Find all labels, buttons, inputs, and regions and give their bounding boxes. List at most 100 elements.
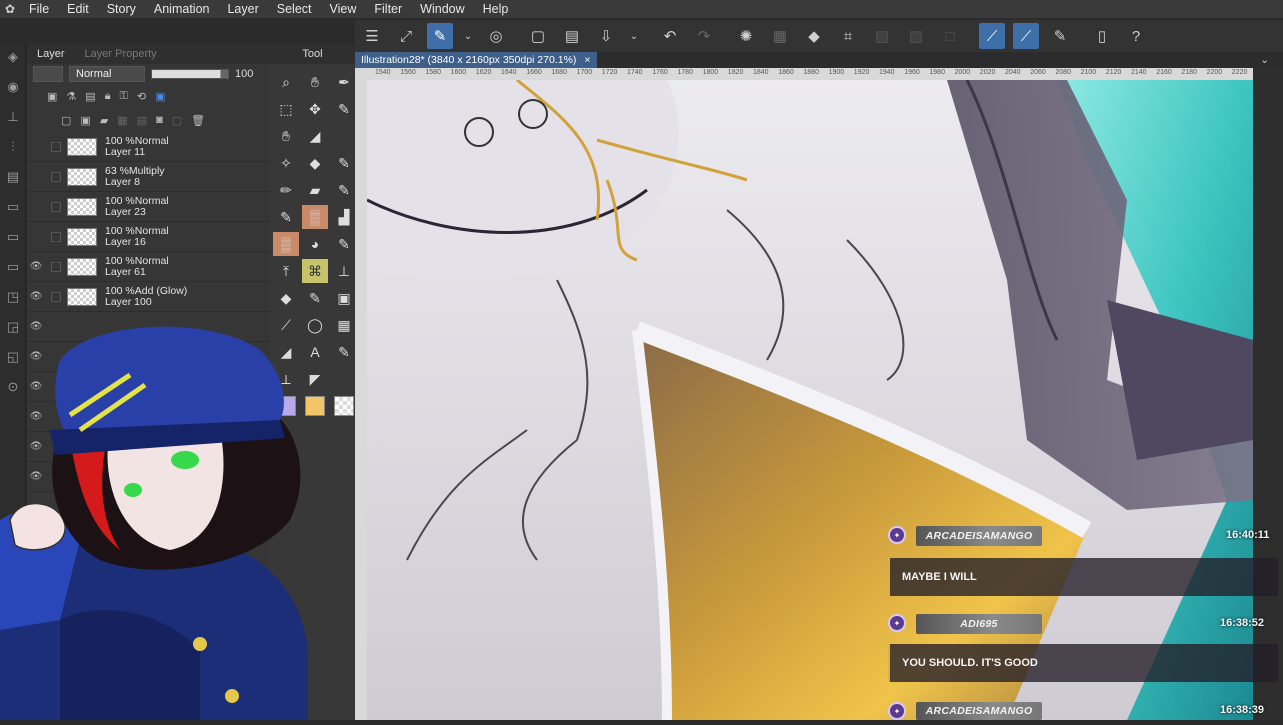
layer-lock-checkbox[interactable]	[51, 261, 61, 272]
redo-icon[interactable]: ↷	[691, 23, 717, 49]
transparent-color-swatch[interactable]	[331, 394, 357, 418]
opacity-slider[interactable]	[151, 69, 229, 79]
edit-icon[interactable]: ✎	[427, 23, 453, 49]
pen-icon[interactable]: ✎	[1047, 23, 1073, 49]
tab-tool[interactable]: Tool	[292, 48, 332, 60]
menu-hamburger-icon[interactable]: ☰	[359, 23, 385, 49]
panel-icon[interactable]: ▭	[0, 254, 26, 280]
pen-icon[interactable]: ✎	[331, 232, 357, 256]
zoom-icon[interactable]: ⌕	[273, 70, 299, 94]
fill-icon[interactable]: ◆	[801, 23, 827, 49]
pen-icon[interactable]: ✎	[331, 97, 357, 121]
adjust-icon[interactable]: ⫶	[0, 134, 26, 160]
reference-icon[interactable]: ⚗	[66, 90, 76, 103]
balloon-icon[interactable]: ✎	[331, 340, 357, 364]
layers-icon[interactable]: ◈	[0, 44, 26, 70]
menu-help[interactable]: Help	[474, 2, 518, 16]
app-logo-icon[interactable]: ✿	[0, 0, 20, 18]
menu-edit[interactable]: Edit	[58, 2, 98, 16]
visibility-eye-icon[interactable]: 👁︎	[27, 291, 45, 302]
panel-icon[interactable]: ▭	[0, 224, 26, 250]
tab-layer-property[interactable]: Layer Property	[75, 48, 167, 60]
chevron-down-icon[interactable]: ⌄	[627, 23, 641, 49]
draft-icon[interactable]: ▤	[85, 90, 95, 103]
layer-color-swatch[interactable]	[33, 66, 63, 82]
layer-lock-checkbox[interactable]	[51, 171, 61, 182]
device-icon[interactable]: ▯	[1089, 23, 1115, 49]
menu-window[interactable]: Window	[411, 2, 473, 16]
menu-file[interactable]: File	[20, 2, 58, 16]
layer-row[interactable]: 63 %Multiply Layer 8	[27, 162, 270, 192]
lasso-icon[interactable]: ✋︎	[273, 124, 299, 148]
layer-row[interactable]: 👁︎ 100 %Normal Layer 61	[27, 252, 270, 282]
canvas-tab[interactable]: Illustration28* (3840 x 2160px 350dpi 27…	[355, 52, 597, 68]
disabled-tool-icon[interactable]: ▨	[869, 23, 895, 49]
fit-canvas-icon[interactable]: ⤢	[393, 23, 419, 49]
layer-color-icon[interactable]: ▣	[155, 90, 165, 103]
layer-lock-checkbox[interactable]	[51, 201, 61, 212]
layer-row[interactable]: 100 %Normal Layer 11	[27, 132, 270, 162]
ruler-icon[interactable]: ⊥	[0, 104, 26, 130]
menu-animation[interactable]: Animation	[145, 2, 219, 16]
close-icon[interactable]: ×	[584, 54, 590, 66]
mask-create-icon[interactable]: ◙	[156, 114, 163, 126]
record-icon[interactable]: ◎	[483, 23, 509, 49]
lock-alpha-icon[interactable]: ⚿	[120, 90, 128, 103]
airbrush-icon[interactable]: ⤒	[273, 259, 299, 283]
pen-stroke-icon[interactable]: ⟋	[979, 23, 1005, 49]
brush-stroke-icon[interactable]: ⟋	[1013, 23, 1039, 49]
open-folder-icon[interactable]: ▤	[559, 23, 585, 49]
new-raster-icon[interactable]: ▢	[61, 114, 71, 127]
mask-icon[interactable]: ⟲	[137, 90, 146, 103]
new-file-icon[interactable]: ▢	[525, 23, 551, 49]
pen-icon[interactable]: ✎	[331, 151, 357, 175]
menu-filter[interactable]: Filter	[365, 2, 411, 16]
chevron-down-icon[interactable]: ⌄	[461, 23, 475, 49]
stamp-icon[interactable]: ⊥	[331, 259, 357, 283]
layer-row[interactable]: 100 %Normal Layer 23	[27, 192, 270, 222]
clear-icon[interactable]: ▦	[767, 23, 793, 49]
merge-icon[interactable]: ▤	[137, 114, 147, 127]
frame-border-icon[interactable]: ▦	[331, 313, 357, 337]
loading-icon[interactable]: ✺	[733, 23, 759, 49]
menu-select[interactable]: Select	[268, 2, 321, 16]
layer-lock-checkbox[interactable]	[51, 291, 61, 302]
folder-icon[interactable]: ▰	[100, 114, 108, 127]
gradient-icon[interactable]: ▣	[331, 286, 357, 310]
layer-lock-checkbox[interactable]	[51, 231, 61, 242]
visibility-eye-icon[interactable]: 👁︎	[27, 261, 45, 272]
layer-row[interactable]: 👁︎ 100 %Add (Glow) Layer 100	[27, 282, 270, 312]
move-icon[interactable]: ✥	[302, 97, 328, 121]
fill-icon[interactable]: ▰	[302, 178, 328, 202]
blend-mode-select[interactable]: Normal	[69, 66, 145, 82]
eyedropper-icon[interactable]: ✒	[331, 70, 357, 94]
transform-icon[interactable]: ⌗	[835, 23, 861, 49]
menu-view[interactable]: View	[321, 2, 366, 16]
layer-lock-checkbox[interactable]	[51, 141, 61, 152]
decoration-icon[interactable]: ▒	[273, 232, 299, 256]
navigator-icon[interactable]: ◉	[0, 74, 26, 100]
frame-icon[interactable]: ⌘	[302, 259, 328, 283]
menu-layer[interactable]: Layer	[218, 2, 267, 16]
magic-wand-icon[interactable]: ✧	[273, 151, 299, 175]
eraser-icon[interactable]: ◆	[302, 151, 328, 175]
marker-icon[interactable]: ✎	[331, 178, 357, 202]
pen-icon[interactable]: ✎	[302, 286, 328, 310]
texture-brush-icon[interactable]: ▒	[302, 205, 328, 229]
panel-icon[interactable]: ◳	[0, 284, 26, 310]
undo-icon[interactable]: ↶	[657, 23, 683, 49]
layer-row[interactable]: 100 %Normal Layer 16	[27, 222, 270, 252]
apply-mask-icon[interactable]: ▢	[172, 114, 182, 127]
tab-layer[interactable]: Layer	[27, 48, 75, 60]
blend-icon[interactable]: ◕	[302, 232, 328, 256]
transfer-icon[interactable]: ▦	[117, 114, 127, 127]
trash-icon[interactable]: 🗑︎	[191, 114, 205, 127]
help-icon[interactable]: ?	[1123, 23, 1149, 49]
clip-icon[interactable]: ▣	[47, 90, 57, 103]
lock-icon[interactable]: 🔒︎	[105, 90, 111, 103]
panel-icon[interactable]: ▭	[0, 194, 26, 220]
operation-icon[interactable]: ◢	[302, 124, 328, 148]
selection-icon[interactable]: ⬚	[273, 97, 299, 121]
disabled-tool-icon[interactable]: □	[937, 23, 963, 49]
new-vector-icon[interactable]: ▣	[80, 114, 90, 127]
